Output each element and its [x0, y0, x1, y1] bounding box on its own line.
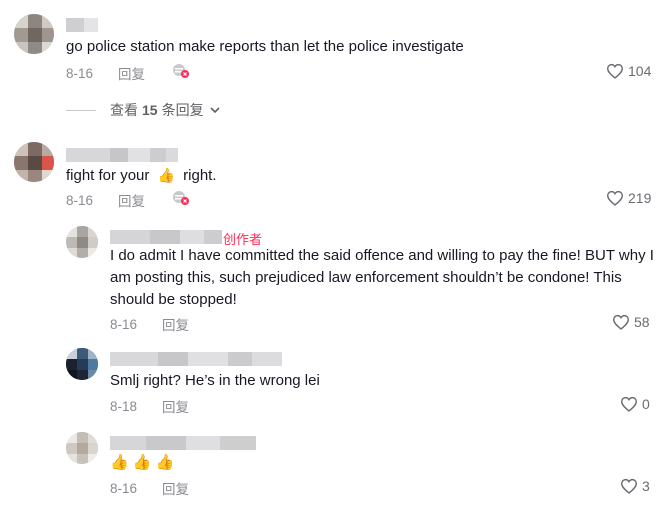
comment-meta: 8-16 回复 — [66, 190, 145, 210]
avatar[interactable] — [66, 432, 98, 464]
reply-button[interactable]: 回复 — [162, 314, 189, 334]
reply-meta: 8-18 回复 — [110, 396, 189, 416]
comment-meta: 8-16 回复 — [66, 63, 145, 83]
avatar[interactable] — [14, 14, 54, 54]
reply-text-line: I do admit I have committed the said off… — [110, 247, 654, 264]
heart-outline-icon — [620, 478, 638, 494]
like-count: 104 — [628, 63, 652, 79]
heart-outline-icon — [606, 190, 624, 206]
like-button[interactable]: 58 — [612, 314, 650, 330]
comment-text: fight for your 👍 right. — [66, 164, 217, 187]
comment-date: 8-16 — [66, 65, 94, 81]
reply-date: 8-16 — [110, 480, 138, 496]
username-blurred[interactable] — [110, 436, 256, 450]
reply-date: 8-18 — [110, 398, 138, 414]
reply-button[interactable]: 回复 — [118, 190, 145, 210]
view-replies-count: 15 — [142, 102, 158, 118]
like-count: 3 — [642, 478, 650, 494]
liked-by-creator-icon — [173, 191, 189, 205]
reply-date: 8-16 — [110, 316, 138, 332]
reply-text-line: am posting this, such prejudiced law enf… — [110, 269, 622, 286]
username-blurred[interactable] — [110, 352, 282, 366]
like-count: 219 — [628, 190, 652, 206]
view-replies-prefix: 查看 — [110, 102, 138, 118]
liked-by-creator-icon — [173, 64, 189, 78]
heart-outline-icon — [606, 63, 624, 79]
heart-outline-icon — [612, 314, 630, 330]
view-replies-suffix: 条回复 — [161, 102, 204, 118]
like-button[interactable]: 0 — [620, 396, 650, 412]
username-blurred[interactable] — [66, 18, 98, 32]
comment-text-part: right. — [183, 167, 217, 184]
reply-button[interactable]: 回复 — [162, 478, 189, 498]
view-replies-button[interactable]: 查看 15 条回复 — [66, 100, 222, 120]
comment-text-part: fight for your — [66, 167, 150, 184]
reply-text: Smlj right? He’s in the wrong lei — [110, 372, 320, 389]
comment-date: 8-16 — [66, 192, 94, 208]
like-button[interactable]: 104 — [606, 63, 651, 79]
reply-meta: 8-16 回复 — [110, 478, 189, 498]
like-count: 58 — [634, 314, 650, 330]
like-count: 0 — [642, 396, 650, 412]
username-blurred[interactable] — [66, 148, 178, 162]
avatar[interactable] — [66, 226, 98, 258]
avatar[interactable] — [14, 142, 54, 182]
avatar[interactable] — [66, 348, 98, 380]
reply-button[interactable]: 回复 — [118, 63, 145, 83]
reply-button[interactable]: 回复 — [162, 396, 189, 416]
like-button[interactable]: 219 — [606, 190, 651, 206]
heart-outline-icon — [620, 396, 638, 412]
comment-text: go police station make reports than let … — [66, 38, 464, 55]
username-blurred[interactable] — [110, 230, 222, 244]
like-button[interactable]: 3 — [620, 478, 650, 494]
divider — [66, 109, 96, 111]
reply-emojis: 👍 👍 👍 — [110, 454, 175, 471]
reply-text-line: should be stopped! — [110, 291, 237, 308]
reply-meta: 8-16 回复 — [110, 314, 189, 334]
thumbs-up-icon: 👍 — [157, 167, 175, 183]
chevron-down-icon — [210, 107, 220, 114]
